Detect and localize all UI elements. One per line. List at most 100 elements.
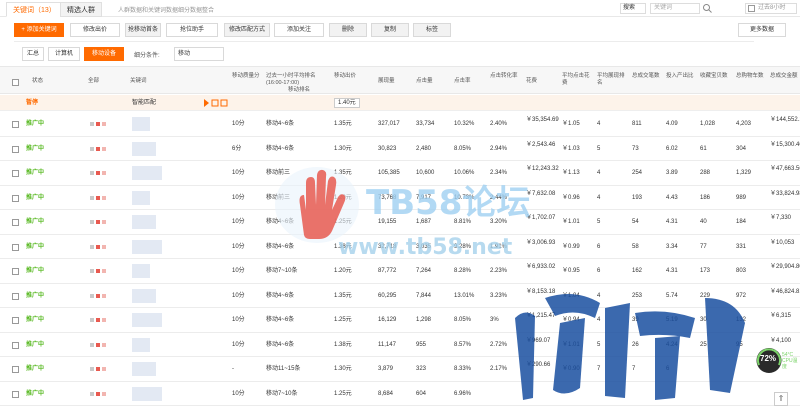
- col-total-deals[interactable]: 总成交笔数: [632, 73, 660, 80]
- row-keyword-blurred[interactable]: [132, 288, 156, 303]
- row-checkbox[interactable]: [12, 170, 19, 177]
- row-flag-icon[interactable]: [96, 195, 100, 200]
- filter-condition-select[interactable]: 移动: [174, 47, 224, 61]
- row-keyword-blurred[interactable]: [132, 362, 156, 376]
- col-cost[interactable]: 花费: [526, 78, 537, 85]
- more-data-button[interactable]: 更多数据: [738, 23, 786, 37]
- row-keyword-blurred[interactable]: [132, 313, 162, 327]
- row-keyword-blurred[interactable]: [132, 215, 156, 229]
- tab-keywords[interactable]: 关键词（13）: [6, 2, 63, 17]
- row-flag-icon[interactable]: [90, 367, 94, 371]
- row-flag-icon[interactable]: [102, 391, 106, 396]
- add-follow-button[interactable]: 添加关注: [274, 23, 324, 37]
- col-clicks[interactable]: 点击量: [416, 78, 433, 85]
- row-status[interactable]: 推广中: [26, 218, 44, 226]
- row-flag-icon[interactable]: [90, 391, 94, 396]
- row-flag-icon[interactable]: [96, 269, 100, 273]
- row-bid[interactable]: 1.25元: [334, 316, 352, 324]
- row-flag-icon[interactable]: [90, 146, 94, 151]
- row-status[interactable]: 推广中: [26, 267, 44, 275]
- col-fav[interactable]: 收藏宝贝数: [700, 73, 728, 80]
- row-status[interactable]: 推广中: [26, 243, 44, 251]
- delete-button[interactable]: 删除: [329, 23, 367, 37]
- row-keyword-blurred[interactable]: [132, 337, 150, 352]
- row-checkbox[interactable]: [12, 317, 19, 324]
- row-keyword-blurred[interactable]: [132, 141, 156, 156]
- row-keyword-blurred[interactable]: [132, 166, 162, 180]
- row-checkbox[interactable]: [12, 366, 19, 373]
- row-flag-icon[interactable]: [102, 146, 106, 151]
- grab-position-button[interactable]: 抢移动首条: [125, 23, 161, 37]
- row-checkbox[interactable]: [12, 243, 19, 251]
- row-keyword-blurred[interactable]: [132, 117, 150, 131]
- row-checkbox[interactable]: [12, 341, 19, 349]
- row-flag-icon[interactable]: [90, 195, 94, 200]
- row-flag-icon[interactable]: [90, 342, 94, 347]
- search-icon[interactable]: [702, 3, 713, 14]
- row-status[interactable]: 推广中: [26, 120, 44, 128]
- row-flag-icon[interactable]: [90, 318, 94, 322]
- row-flag-icon[interactable]: [90, 220, 94, 224]
- row-flag-icon[interactable]: [102, 293, 106, 298]
- col-rank[interactable]: 过去一小时平均排名(16:00-17:00): [266, 73, 328, 87]
- col-all[interactable]: 全部: [88, 78, 99, 85]
- date-range-picker[interactable]: 过去8小时: [745, 3, 797, 14]
- tag-button[interactable]: 标签: [413, 23, 451, 37]
- row-keyword-blurred[interactable]: [132, 239, 162, 254]
- summary-tab[interactable]: 汇总: [22, 47, 44, 61]
- row-flag-icon[interactable]: [96, 244, 100, 249]
- row-flag-icon[interactable]: [102, 122, 106, 126]
- row-flag-icon[interactable]: [96, 391, 100, 396]
- col-cart[interactable]: 总购物车数: [736, 73, 764, 80]
- row-bid[interactable]: 1.35元: [334, 120, 352, 128]
- row-bid[interactable]: 1.20元: [334, 267, 352, 275]
- row-status[interactable]: 推广中: [26, 390, 44, 398]
- col-impressions[interactable]: 展现量: [378, 78, 395, 85]
- row-flag-icon[interactable]: [96, 220, 100, 224]
- row-checkbox[interactable]: [12, 292, 19, 300]
- col-total-amount[interactable]: 总成交金额: [770, 73, 800, 80]
- row-checkbox[interactable]: [12, 194, 19, 202]
- mobile-tab[interactable]: 移动设备: [84, 47, 124, 61]
- row-flag-icon[interactable]: [102, 318, 106, 322]
- search-type-select[interactable]: 搜索: [620, 3, 646, 14]
- row-checkbox[interactable]: [12, 121, 19, 128]
- row-bid[interactable]: 1.38元: [334, 341, 352, 349]
- row-flag-icon[interactable]: [90, 269, 94, 273]
- row-status[interactable]: 推广中: [26, 194, 44, 202]
- row-bid[interactable]: 1.25元: [334, 390, 352, 398]
- row-status[interactable]: 推广中: [26, 292, 44, 300]
- row-flag-icon[interactable]: [102, 269, 106, 273]
- smart-row-action-icons[interactable]: [204, 99, 228, 107]
- col-keyword[interactable]: 关键词: [130, 78, 147, 85]
- row-flag-icon[interactable]: [90, 293, 94, 298]
- row-flag-icon[interactable]: [102, 220, 106, 224]
- row-keyword-blurred[interactable]: [132, 264, 150, 278]
- copy-button[interactable]: 复制: [371, 23, 409, 37]
- row-bid[interactable]: 1.30元: [334, 365, 352, 373]
- row-flag-icon[interactable]: [96, 318, 100, 322]
- row-status[interactable]: 推广中: [26, 341, 44, 349]
- row-flag-icon[interactable]: [102, 171, 106, 175]
- row-status[interactable]: 推广中: [26, 145, 44, 153]
- row-checkbox[interactable]: [12, 390, 19, 398]
- row-keyword-blurred[interactable]: [132, 190, 150, 205]
- modify-bid-button[interactable]: 修改出价: [70, 23, 120, 37]
- modify-match-button[interactable]: 修改匹配方式: [224, 23, 270, 37]
- select-all-checkbox[interactable]: [12, 79, 19, 86]
- col-status[interactable]: 状态: [32, 78, 43, 85]
- row-status[interactable]: 推广中: [26, 365, 44, 373]
- row-flag-icon[interactable]: [96, 171, 100, 175]
- row-bid[interactable]: 1.30元: [334, 145, 352, 153]
- tab-selected-crowd[interactable]: 精选人群: [60, 2, 102, 17]
- row-status[interactable]: 推广中: [26, 169, 44, 177]
- row-flag-icon[interactable]: [102, 367, 106, 371]
- col-roi[interactable]: 投入产出比: [666, 73, 694, 80]
- scroll-top-button[interactable]: ⇑: [774, 392, 788, 406]
- col-ctr[interactable]: 点击率: [454, 78, 471, 85]
- col-cpc[interactable]: 平均点击花费: [562, 73, 592, 87]
- row-flag-icon[interactable]: [96, 146, 100, 151]
- row-flag-icon[interactable]: [96, 293, 100, 298]
- row-flag-icon[interactable]: [96, 342, 100, 347]
- row-flag-icon[interactable]: [90, 171, 94, 175]
